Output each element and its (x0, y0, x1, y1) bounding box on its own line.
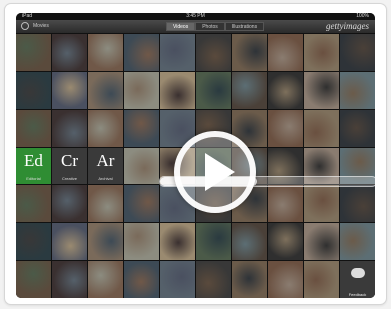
thumbnail-tile[interactable] (196, 261, 231, 298)
settings-icon[interactable] (21, 22, 29, 30)
thumbnail-tile[interactable] (232, 34, 267, 71)
thumbnail-tile[interactable] (268, 185, 303, 223)
status-time: 3:45 PM (186, 13, 205, 19)
thumbnail-tile[interactable] (232, 71, 267, 109)
thumbnail-tile[interactable] (196, 71, 231, 109)
thumbnail-tile[interactable] (268, 34, 303, 71)
thumbnail-tile[interactable] (124, 147, 159, 185)
thumbnail-tile[interactable] (232, 223, 267, 261)
app-tile-label: Editorial (26, 176, 41, 182)
thumbnail-tile[interactable] (52, 185, 87, 223)
thumbnail-tile[interactable] (340, 34, 375, 71)
thumbnail-tile[interactable] (304, 71, 339, 109)
app-toolbar: Movies Videos Photos Illustrations getty… (16, 20, 375, 34)
thumbnail-tile[interactable] (16, 261, 51, 298)
thumbnail-tile[interactable] (268, 71, 303, 109)
feedback-label: Feedback (348, 292, 367, 297)
thumbnail-tile[interactable] (160, 223, 195, 261)
video-embed-card: iPad 3:45 PM 100% Movies Videos Photos I… (4, 3, 387, 305)
thumbnail-tile[interactable] (124, 71, 159, 109)
feedback-tile[interactable]: Feedback (340, 261, 375, 298)
thumbnail-tile[interactable] (16, 109, 51, 147)
thumbnail-tile[interactable] (52, 71, 87, 109)
thumbnail-tile[interactable] (88, 185, 123, 223)
thumbnail-tile[interactable] (124, 34, 159, 71)
segment-photos[interactable]: Photos (195, 22, 225, 31)
thumbnail-tile[interactable] (52, 34, 87, 71)
thumbnail-tile[interactable] (304, 34, 339, 71)
play-icon (205, 153, 235, 191)
thumbnail-tile[interactable] (196, 223, 231, 261)
thumbnail-tile[interactable] (304, 185, 339, 223)
thumbnail-tile[interactable] (88, 223, 123, 261)
thumbnail-tile[interactable] (124, 109, 159, 147)
thumbnail-tile[interactable] (88, 261, 123, 298)
thumbnail-tile[interactable] (124, 261, 159, 298)
back-button[interactable]: Movies (33, 22, 49, 31)
thumbnail-tile[interactable] (340, 109, 375, 147)
thumbnail-tile[interactable] (124, 223, 159, 261)
thumbnail-tile[interactable] (340, 223, 375, 261)
thumbnail-tile[interactable] (232, 261, 267, 298)
thumbnail-tile[interactable] (88, 34, 123, 71)
app-tile-1[interactable]: Cr Creative (52, 147, 87, 185)
thumbnail-tile[interactable] (196, 34, 231, 71)
status-bar: iPad 3:45 PM 100% (16, 13, 375, 20)
segmented-control: Videos Photos Illustrations (166, 22, 265, 31)
play-button[interactable] (174, 131, 256, 213)
thumbnail-tile[interactable] (268, 261, 303, 298)
thumbnail-tile[interactable] (304, 109, 339, 147)
app-tile-abbr: Ed (24, 150, 43, 170)
app-tile-abbr: Cr (61, 150, 78, 170)
app-tile-label: Archival (98, 176, 113, 182)
speech-bubble-icon (350, 268, 365, 279)
thumbnail-tile[interactable] (160, 34, 195, 71)
thumbnail-tile[interactable] (88, 71, 123, 109)
thumbnail-tile[interactable] (340, 185, 375, 223)
thumbnail-tile[interactable] (16, 185, 51, 223)
segment-illustrations[interactable]: Illustrations (224, 22, 265, 31)
thumbnail-tile[interactable] (160, 71, 195, 109)
gettyimages-logo: gettyimages (326, 21, 369, 31)
thumbnail-tile[interactable] (16, 34, 51, 71)
app-tile-label: Creative (62, 176, 77, 182)
thumbnail-tile[interactable] (88, 109, 123, 147)
thumbnail-tile[interactable] (52, 261, 87, 298)
thumbnail-tile[interactable] (304, 261, 339, 298)
app-tile-abbr: Ar (96, 150, 115, 170)
battery-label: 100% (356, 13, 369, 19)
app-tile-2[interactable]: Ar Archival (88, 147, 123, 185)
thumbnail-tile[interactable] (160, 261, 195, 298)
thumbnail-tile[interactable] (268, 223, 303, 261)
thumbnail-tile[interactable] (340, 71, 375, 109)
thumbnail-tile[interactable] (52, 223, 87, 261)
thumbnail-tile[interactable] (124, 185, 159, 223)
ipad-screen: iPad 3:45 PM 100% Movies Videos Photos I… (16, 13, 375, 298)
segment-videos[interactable]: Videos (166, 22, 196, 31)
thumbnail-tile[interactable] (268, 109, 303, 147)
thumbnail-tile[interactable] (16, 223, 51, 261)
thumbnail-tile[interactable] (16, 71, 51, 109)
thumbnail-tile[interactable] (304, 223, 339, 261)
app-tile-0[interactable]: Ed Editorial (16, 147, 51, 185)
thumbnail-tile[interactable] (52, 109, 87, 147)
